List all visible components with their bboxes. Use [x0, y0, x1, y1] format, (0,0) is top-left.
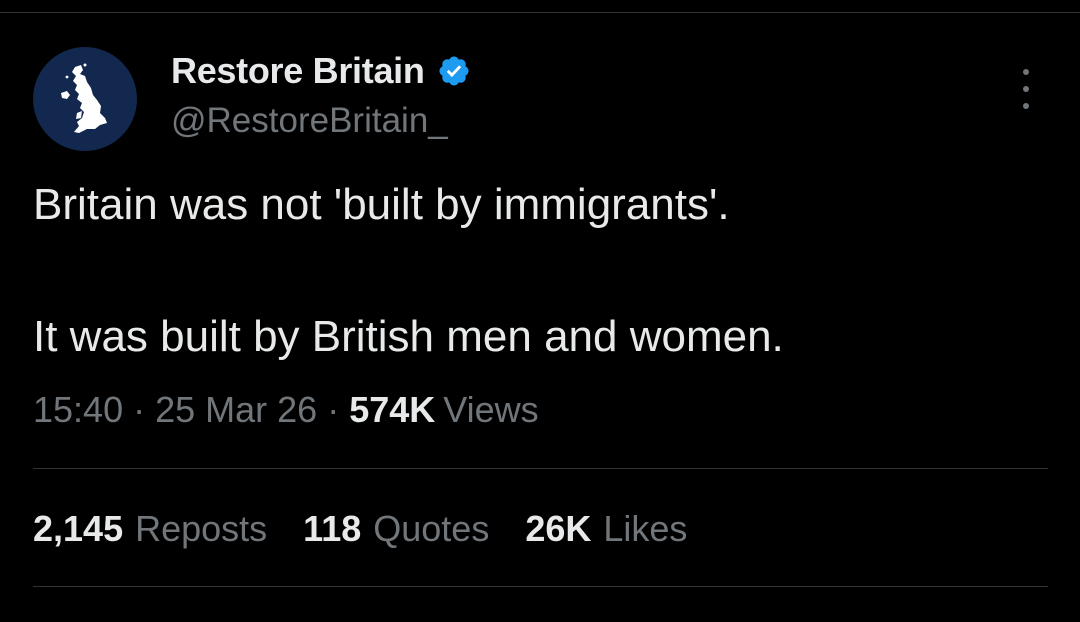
reposts-label: Reposts [135, 508, 268, 549]
tweet-time[interactable]: 15:40 [33, 389, 123, 431]
meta-separator: · [133, 389, 146, 430]
likes-count: 26K [525, 508, 592, 549]
reposts-count: 2,145 [33, 508, 124, 549]
quotes-stat[interactable]: 118 Quotes [303, 508, 489, 550]
more-dot [1023, 103, 1029, 109]
views-count[interactable]: 574K [349, 389, 435, 431]
avatar[interactable] [33, 47, 137, 151]
more-dot [1023, 69, 1029, 75]
tweet-text-line-1: Britain was not 'built by immigrants'. [33, 180, 730, 229]
likes-stat[interactable]: 26K Likes [525, 508, 687, 550]
divider [33, 468, 1048, 469]
tweet-meta: 15:40 · 25 Mar 26 · 574K Views [33, 389, 539, 431]
more-vertical-icon[interactable] [1009, 69, 1043, 109]
uk-map-icon [61, 63, 107, 133]
quotes-label: Quotes [373, 508, 490, 549]
tweet-date[interactable]: 25 Mar 26 [155, 389, 317, 431]
quotes-count: 118 [303, 508, 362, 549]
more-dot [1023, 86, 1029, 92]
author-name-row: Restore Britain [171, 49, 471, 93]
tweet-text-line-2: It was built by British men and women. [33, 312, 784, 361]
reposts-stat[interactable]: 2,145 Reposts [33, 508, 267, 550]
display-name[interactable]: Restore Britain [171, 50, 425, 92]
views-label[interactable]: Views [443, 389, 538, 431]
divider [33, 586, 1048, 587]
engagement-stats: 2,145 Reposts 118 Quotes 26K Likes [33, 508, 723, 550]
likes-label: Likes [603, 508, 688, 549]
verified-badge-icon[interactable] [437, 54, 471, 88]
meta-separator: · [327, 389, 340, 430]
author-handle[interactable]: @RestoreBritain_ [171, 101, 448, 141]
top-divider [0, 12, 1080, 13]
